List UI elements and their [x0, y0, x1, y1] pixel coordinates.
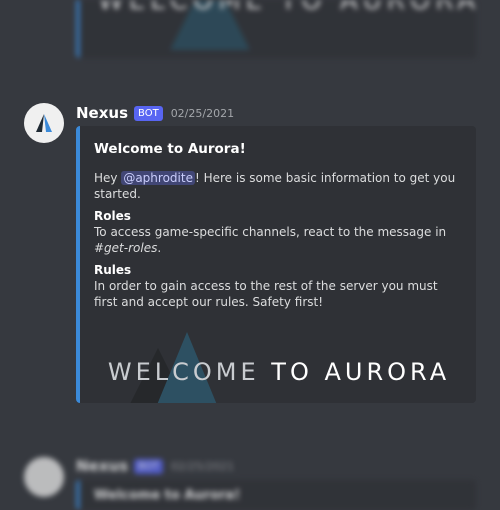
avatar[interactable] — [24, 103, 64, 143]
embed-image[interactable]: WELCOME TO AURORA — [94, 318, 464, 403]
desc-prefix: Hey — [94, 171, 122, 185]
field-value-rules: In order to gain access to the rest of t… — [94, 279, 438, 309]
banner-part-1: WELCOME — [107, 358, 272, 386]
next-avatar[interactable] — [24, 457, 64, 497]
next-bot-tag: BOT — [134, 458, 163, 474]
previous-embed: WELCOME TO AURORA — [76, 0, 476, 58]
bot-tag: BOT — [134, 105, 163, 121]
next-username: Nexus — [76, 457, 129, 475]
field-name-rules: Rules — [94, 263, 132, 277]
field-name-roles: Roles — [94, 209, 131, 223]
channel-name: #get-roles — [94, 241, 158, 255]
welcome-banner: WELCOME TO AURORA — [94, 358, 464, 386]
username[interactable]: Nexus — [76, 104, 128, 122]
aurora-logo-icon — [36, 114, 52, 132]
next-header: Nexus BOT 02/25/2021 — [76, 457, 234, 475]
previous-banner-text: WELCOME TO AURORA — [98, 0, 476, 16]
next-embed: Welcome to Aurora! — [76, 480, 476, 510]
next-embed-title: Welcome to Aurora! — [94, 488, 241, 503]
timestamp: 02/25/2021 — [170, 106, 235, 120]
embed: Welcome to Aurora! Hey @aphrodite! Here … — [76, 126, 476, 403]
roles-suffix: . — [157, 241, 162, 255]
banner-part-2: TO AURORA — [271, 358, 451, 386]
user-mention[interactable]: @aphrodite — [121, 171, 195, 185]
message-header: Nexus BOT 02/25/2021 — [76, 103, 234, 123]
next-message: Nexus BOT 02/25/2021 Welcome to Aurora! — [0, 455, 500, 510]
field-value-roles: To access game-specific channels, react … — [94, 224, 464, 256]
roles-text: To access game-specific channels, react … — [94, 225, 447, 239]
next-timestamp: 02/25/2021 — [170, 459, 235, 473]
embed-title: Welcome to Aurora! — [94, 141, 246, 157]
embed-description: Hey @aphrodite! Here is some basic infor… — [94, 170, 464, 310]
